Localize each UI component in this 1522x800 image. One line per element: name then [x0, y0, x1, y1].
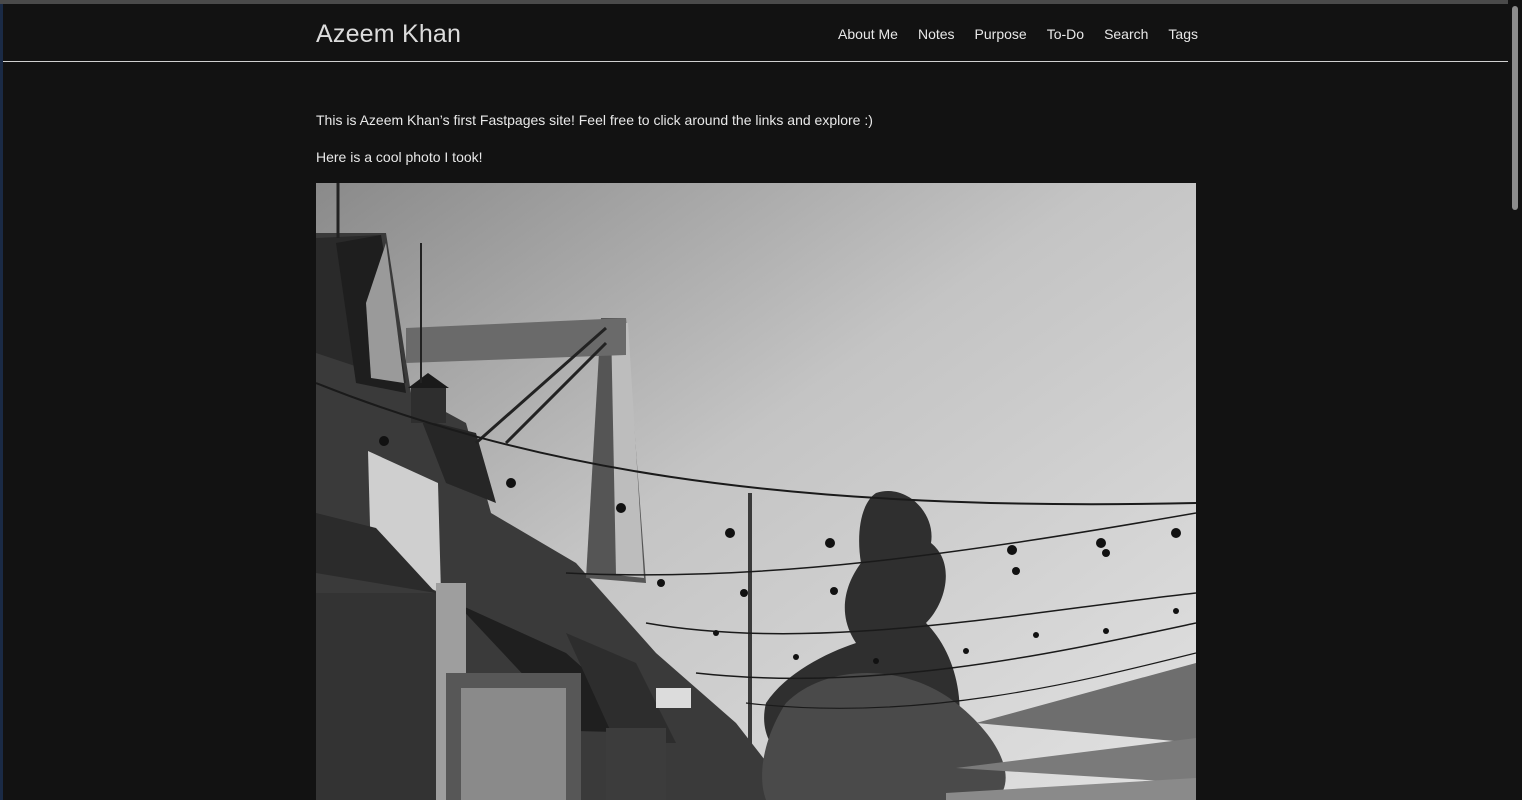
nav-to-do[interactable]: To-Do	[1047, 26, 1084, 42]
window-left-edge	[0, 4, 3, 800]
intro-text: This is Azeem Khan’s first Fastpages sit…	[316, 112, 873, 128]
nav-about-me[interactable]: About Me	[838, 26, 898, 42]
nav-notes[interactable]: Notes	[918, 26, 955, 42]
photo-caption: Here is a cool photo I took!	[316, 149, 483, 165]
scrollbar-thumb[interactable]	[1512, 6, 1518, 210]
street-photo	[316, 183, 1196, 800]
nav-purpose[interactable]: Purpose	[975, 26, 1027, 42]
site-title-link[interactable]: Azeem Khan	[316, 20, 461, 49]
nav-tags[interactable]: Tags	[1168, 26, 1198, 42]
site-header: Azeem Khan About Me Notes Purpose To-Do …	[3, 4, 1508, 62]
main-nav: About Me Notes Purpose To-Do Search Tags	[838, 26, 1198, 42]
nav-search[interactable]: Search	[1104, 26, 1148, 42]
page-scrollbar[interactable]	[1508, 0, 1522, 800]
